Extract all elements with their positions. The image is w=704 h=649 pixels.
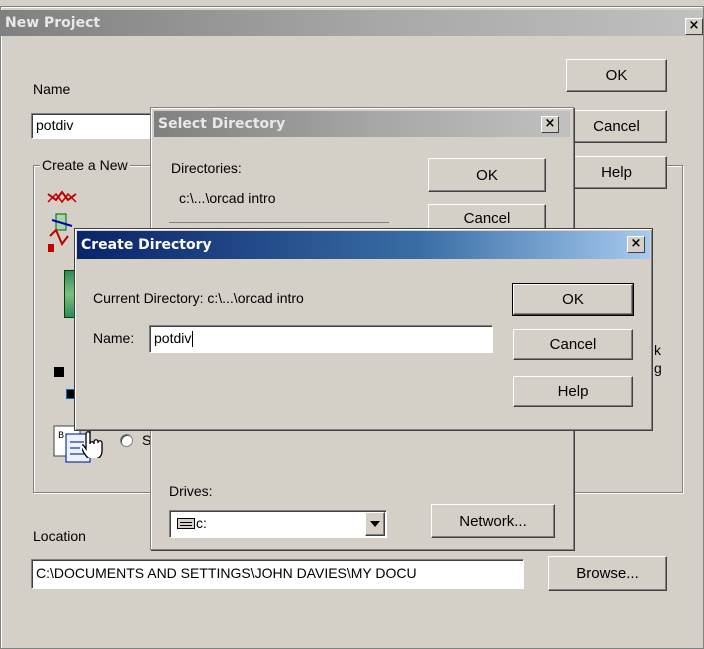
new-dir-name-label: Name:: [93, 330, 135, 346]
project-name-field[interactable]: potdiv: [31, 113, 155, 139]
select-directory-close-icon[interactable]: ×: [541, 116, 559, 133]
new-project-title: New Project: [5, 15, 101, 31]
drives-label: Drives:: [169, 483, 213, 499]
create-dir-ok-button[interactable]: OK: [512, 283, 634, 316]
new-dir-name-input[interactable]: potdiv: [149, 325, 493, 353]
dropdown-arrow-icon[interactable]: [365, 512, 385, 536]
create-directory-dialog: Create Directory × Current Directory: c:…: [74, 228, 653, 431]
new-project-titlebar: New Project: [1, 10, 703, 36]
location-field[interactable]: C:\DOCUMENTS AND SETTINGS\JOHN DAVIES\MY…: [31, 559, 524, 589]
select-dir-ok-button[interactable]: OK: [428, 158, 546, 192]
group-right-text-2: g: [654, 360, 662, 376]
drive-icon: [177, 518, 195, 529]
select-directory-title: Select Directory: [158, 116, 286, 132]
location-label: Location: [33, 528, 86, 544]
drive-select[interactable]: c:: [169, 510, 387, 538]
create-dir-cancel-button[interactable]: Cancel: [513, 329, 633, 360]
create-new-group-label: Create a New: [40, 157, 130, 173]
network-button[interactable]: Network...: [431, 504, 555, 538]
current-directory-label-text: Current Directory:: [93, 290, 204, 306]
create-directory-close-icon[interactable]: ×: [627, 236, 645, 253]
select-dir-cancel-button[interactable]: Cancel: [428, 204, 546, 230]
project-help-button[interactable]: Help: [566, 156, 667, 189]
drive-select-value: c:: [196, 515, 207, 531]
project-ok-button[interactable]: OK: [566, 59, 667, 92]
new-dir-name-value: potdiv: [154, 330, 192, 346]
group-right-text-1: k: [654, 342, 661, 358]
new-project-close-icon[interactable]: ×: [685, 18, 703, 35]
current-directory-value: c:\...\orcad intro: [207, 290, 304, 306]
hand-cursor-icon: [80, 428, 108, 460]
browse-button[interactable]: Browse...: [548, 556, 667, 591]
project-name-label: Name: [33, 81, 71, 97]
create-directory-titlebar: Create Directory: [77, 231, 650, 259]
text-cursor: [192, 331, 194, 348]
svg-text:B: B: [58, 431, 64, 441]
schematic-radio[interactable]: [120, 434, 133, 447]
current-directory-label: Current Directory: c:\...\orcad intro: [93, 290, 304, 306]
create-dir-help-button[interactable]: Help: [513, 376, 633, 407]
current-path-text: c:\...\orcad intro: [179, 190, 276, 206]
select-directory-titlebar: Select Directory: [154, 111, 570, 137]
directories-label: Directories:: [171, 160, 242, 176]
create-directory-title: Create Directory: [81, 237, 212, 253]
project-cancel-button[interactable]: Cancel: [566, 110, 667, 143]
